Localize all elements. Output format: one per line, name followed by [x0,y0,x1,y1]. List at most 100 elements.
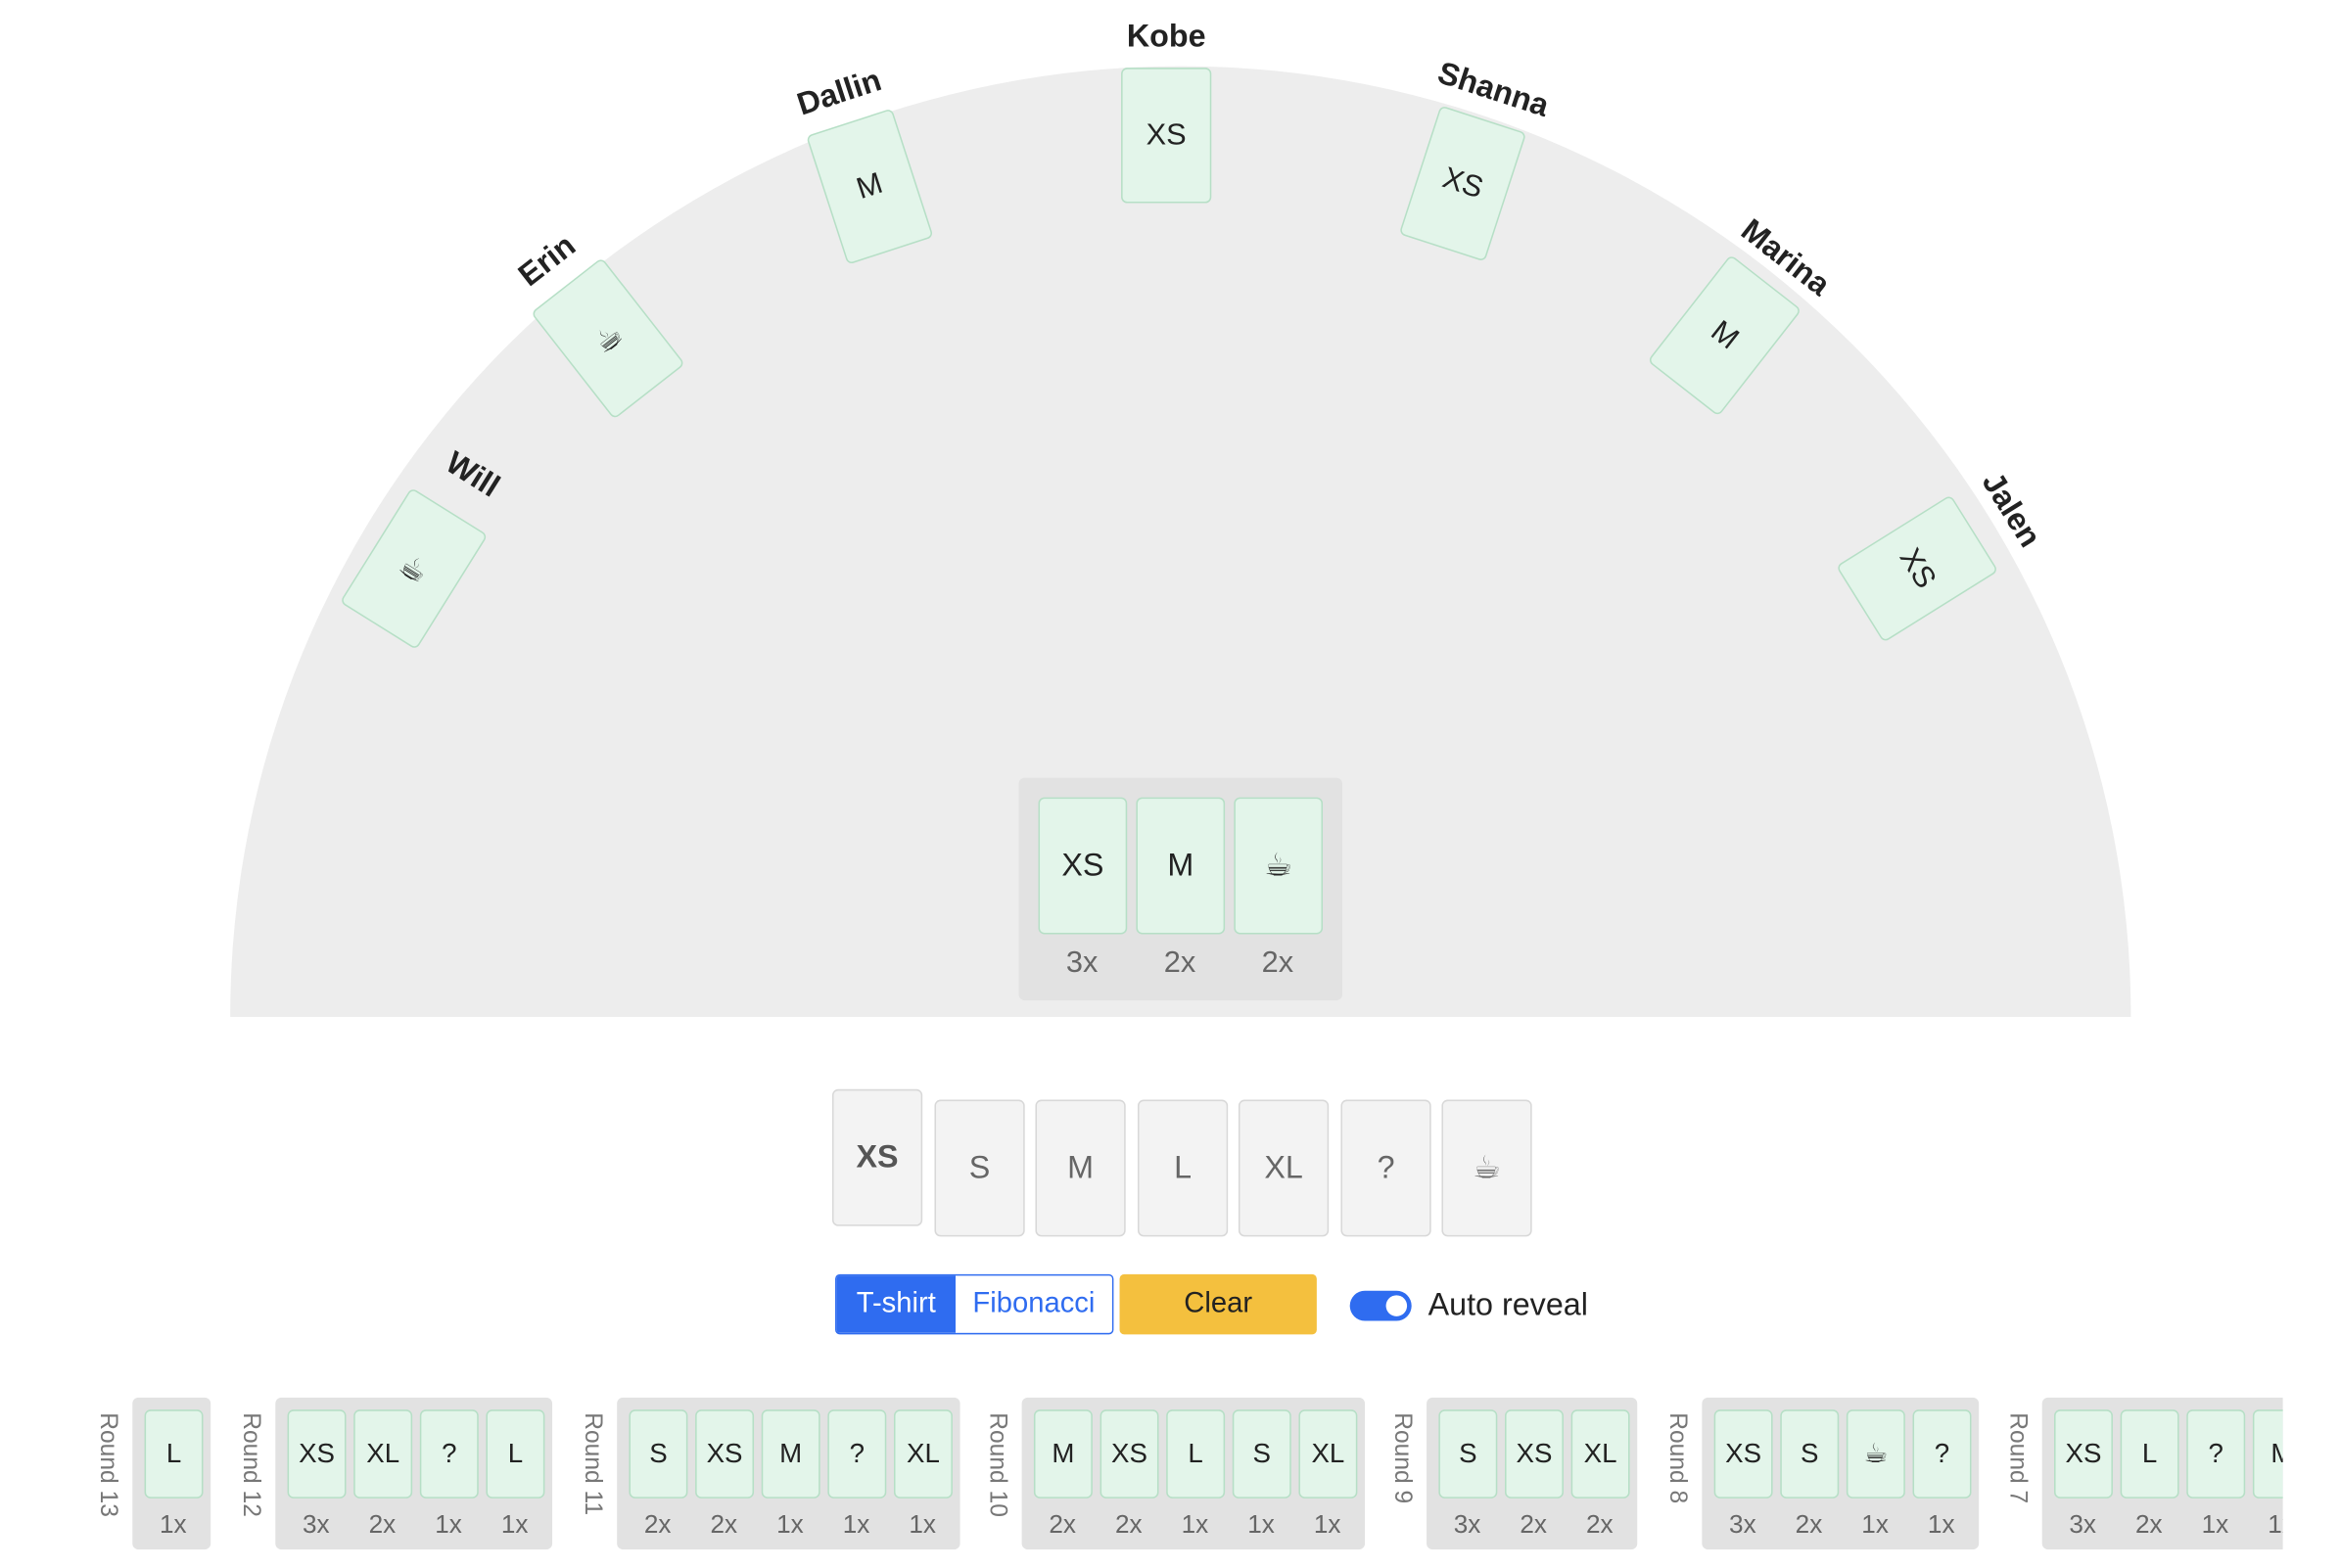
deck-tshirt-button[interactable]: T-shirt [836,1275,956,1333]
round-card: S [1438,1409,1498,1499]
round-vote: XS 3x [2054,1409,2113,1541]
summary-count: 3x [1065,945,1099,980]
round-vote: M 1x [761,1409,820,1541]
round-count: 2x [1795,1510,1823,1540]
round-count: 1x [909,1510,936,1540]
round-count: 2x [2135,1510,2163,1540]
round-label: Round 13 [94,1412,120,1517]
auto-reveal-toggle[interactable] [1349,1290,1412,1321]
round-label: Round 11 [579,1412,605,1516]
round-card: S [1780,1409,1840,1499]
round-history[interactable]: Round 13 L 1x Round 12 XS 3x XL 2x? 1x L 1x Round 1… [0,1384,2283,1568]
round-card: S [629,1409,688,1499]
round-count: 3x [1729,1510,1756,1540]
round-count: 2x [1114,1510,1143,1540]
hand-card-xl[interactable]: XL [1238,1099,1330,1237]
round-vote: XS 3x [1713,1409,1773,1541]
summary-card: ☕ [1234,797,1324,935]
hand-card-coffee[interactable]: ☕ [1441,1099,1532,1237]
round-count: 1x [2201,1510,2229,1540]
summary-item: XS 3x [1038,797,1128,982]
round-count: 1x [776,1510,804,1540]
round-count: 2x [643,1510,672,1540]
round-card: ☕ [1846,1409,1905,1499]
round-vote: XS 3x [287,1409,347,1541]
round-label: Round 12 [237,1412,263,1517]
round-card: XS [1100,1409,1159,1499]
round-count: 2x [1520,1510,1548,1540]
round-count: 2x [1586,1510,1614,1540]
round-vote: ? 1x [419,1409,479,1541]
round-card: XS [1713,1409,1773,1499]
round-count: 1x [1247,1510,1275,1540]
round-count: 1x [435,1510,462,1540]
round-vote: S 1x [1232,1409,1291,1541]
round-count: 1x [1181,1510,1209,1540]
round-card: ? [1912,1409,1972,1499]
vote-summary: XS 3x M 2x ☕ 2x [1018,777,1343,1001]
round-card: ? [419,1409,479,1499]
round-card: ? [827,1409,887,1499]
hand-card-s[interactable]: S [934,1099,1025,1237]
hand-card-l[interactable]: L [1137,1099,1229,1237]
round-card: XS [1505,1409,1564,1499]
deck-selector: T-shirt Fibonacci [835,1273,1114,1335]
round-label: Round 10 [984,1412,1010,1517]
round-vote: L 1x [486,1409,545,1541]
round-card: L [486,1409,545,1499]
round-vote: ? 1x [2186,1409,2246,1541]
round-box: XS 3x L 2x? 1x M 1x [2041,1397,2283,1550]
round-count: 1x [159,1510,187,1540]
round-box: S 3x XS 2x XL 2x [1427,1397,1638,1550]
round-vote: XL 1x [893,1409,953,1541]
round-count: 1x [1861,1510,1889,1540]
round-card: XL [353,1409,413,1499]
round-count: 2x [1049,1510,1076,1540]
planning-poker-app: Will ☕ Erin ☕ Dallin M Kobe XS Shanna XS Marina M Ja… [0,0,2340,1568]
hand-card-xs[interactable]: XS [831,1088,923,1226]
round-card: XS [695,1409,755,1499]
round-box: XS 3x S 2x ☕ 1x? 1x [1702,1397,1980,1550]
deck-fibonacci-button[interactable]: Fibonacci [955,1275,1112,1333]
round-box: XS 3x XL 2x? 1x L 1x [275,1397,553,1550]
round-card: XS [2054,1409,2113,1499]
round-vote: L 1x [1166,1409,1226,1541]
round-count: 1x [1927,1510,1955,1540]
round-card: XL [893,1409,953,1499]
summary-count: 2x [1261,945,1294,980]
round-vote: XL 1x [1298,1409,1358,1541]
round-count: 3x [302,1510,330,1540]
round-vote: XS 2x [1505,1409,1564,1541]
hand-card-question[interactable]: ? [1340,1099,1431,1237]
round-card: ? [2186,1409,2246,1499]
round-card: M [2252,1409,2283,1499]
summary-item: ☕ 2x [1234,797,1324,982]
round-vote: XL 2x [353,1409,413,1541]
round-vote: ? 1x [827,1409,887,1541]
hand-card-m[interactable]: M [1035,1099,1126,1237]
auto-reveal-label: Auto reveal [1427,1287,1588,1323]
player-name: Kobe [1126,19,1206,55]
round-vote: S 2x [629,1409,688,1541]
round-vote: L 2x [2120,1409,2179,1541]
round-vote: XL 2x [1570,1409,1630,1541]
round-card: S [1232,1409,1291,1499]
round-vote: M 1x [2252,1409,2283,1541]
round-card: XS [287,1409,347,1499]
round-card: L [1166,1409,1226,1499]
toggle-knob [1385,1295,1408,1316]
round-card: XL [1298,1409,1358,1499]
round-card: XL [1570,1409,1630,1499]
summary-item: M 2x [1136,797,1226,982]
round-label: Round 8 [1663,1412,1691,1504]
round-box: L 1x [132,1397,211,1550]
round-vote: S 2x [1780,1409,1840,1541]
player-card: XS [1121,68,1212,204]
summary-card: XS [1038,797,1128,935]
round-vote: ? 1x [1912,1409,1972,1541]
clear-button[interactable]: Clear [1119,1273,1317,1335]
round-count: 1x [500,1510,529,1540]
round-count: 3x [2069,1510,2097,1540]
round-card: M [761,1409,820,1499]
round-count: 3x [1453,1510,1481,1540]
